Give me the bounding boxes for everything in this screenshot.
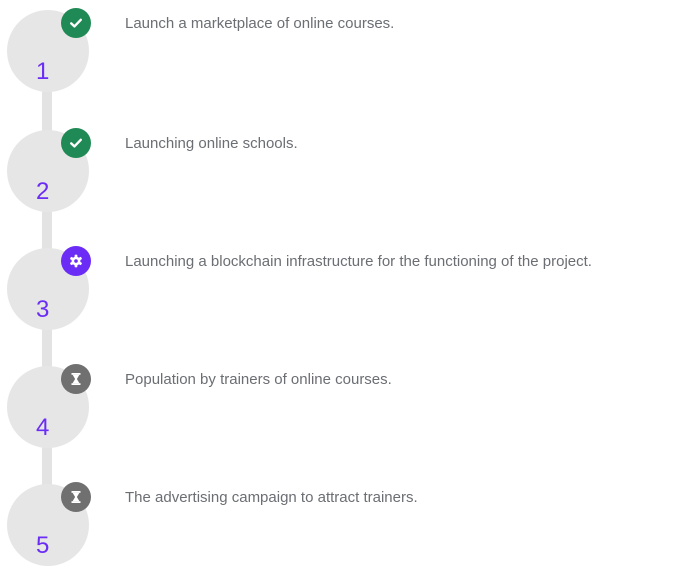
timeline-step-4: 4 Population by trainers of online cours… <box>0 356 688 466</box>
hourglass-icon <box>61 364 91 394</box>
timeline-step-1: 1 Launch a marketplace of online courses… <box>0 0 688 110</box>
check-icon <box>61 8 91 38</box>
step-description: Launch a marketplace of online courses. <box>125 15 395 32</box>
check-icon <box>61 128 91 158</box>
step-number: 2 <box>36 178 50 205</box>
step-number: 3 <box>36 296 50 323</box>
step-description: Launching online schools. <box>125 135 298 152</box>
step-number: 1 <box>36 58 50 85</box>
timeline-step-5: 5 The advertising campaign to attract tr… <box>0 474 688 584</box>
step-number: 4 <box>36 414 50 441</box>
roadmap-timeline: 1 Launch a marketplace of online courses… <box>0 0 688 566</box>
step-number: 5 <box>36 532 50 559</box>
timeline-step-2: 2 Launching online schools. <box>0 120 688 230</box>
step-description: Population by trainers of online courses… <box>125 371 392 388</box>
hourglass-icon <box>61 482 91 512</box>
step-description: The advertising campaign to attract trai… <box>125 489 418 506</box>
timeline-step-3: 3 Launching a blockchain infrastructure … <box>0 238 688 348</box>
gear-icon <box>61 246 91 276</box>
step-description: Launching a blockchain infrastructure fo… <box>125 253 592 270</box>
